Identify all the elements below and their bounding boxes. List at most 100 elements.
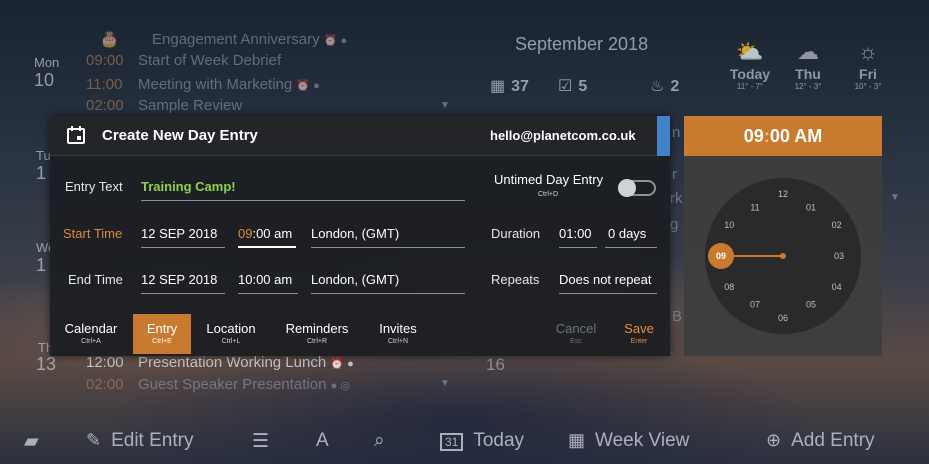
search-calendar-icon[interactable]: ⌕ (374, 430, 385, 452)
clock-number[interactable]: 03 (834, 251, 844, 261)
start-timezone-underline (311, 247, 465, 248)
clock-number[interactable]: 11 (750, 203, 759, 213)
tab-location[interactable]: Location Ctrl+L (198, 314, 264, 354)
clock-number[interactable]: 05 (806, 299, 816, 309)
today-label: Today (473, 430, 525, 451)
week-view-label: Week View (595, 430, 690, 451)
clock-number[interactable]: 10 (724, 220, 734, 230)
cancel-label: Cancel (555, 321, 597, 336)
cancel-button[interactable]: Cancel Esc (546, 314, 606, 354)
clock-number[interactable]: 04 (832, 282, 842, 292)
event-time: 11:00 (86, 76, 123, 93)
tab-invites[interactable]: Invites Ctrl+N (368, 314, 428, 354)
tab-shortcut: Ctrl+L (221, 338, 241, 345)
peek-text: rk (670, 190, 683, 207)
add-entry-button[interactable]: ⊕ Add Entry (766, 430, 875, 452)
cake-icon: 🎂 (100, 31, 119, 48)
weather-day: Thu (795, 66, 821, 82)
start-time-field[interactable]: 09:00 am (238, 226, 292, 241)
tab-label: Reminders (285, 321, 349, 336)
clock-number[interactable]: 09 (716, 251, 726, 261)
duration-label: Duration (491, 226, 541, 241)
duration-days-field[interactable]: 0 days (608, 226, 646, 241)
start-date-field[interactable]: 12 SEP 2018 (141, 226, 217, 241)
scroll-down-icon[interactable]: ▼ (890, 192, 900, 203)
stat-tasks[interactable]: ☑ 5 (558, 76, 587, 96)
event-item[interactable]: 🎂 Engagement Anniversary ⏰ ● (100, 30, 347, 48)
account-email[interactable]: hello@planetcom.co.uk (490, 128, 636, 143)
event-item[interactable]: 11:00 Meeting with Marketing ⏰ ● (86, 76, 320, 93)
duration-time-field[interactable]: 01:00 (559, 226, 592, 241)
tab-shortcut: Ctrl+N (387, 338, 409, 345)
clock-number[interactable]: 02 (832, 220, 842, 230)
entry-text-label: Entry Text (65, 179, 123, 194)
repeats-field[interactable]: Does not repeat (559, 272, 652, 287)
rain-cloud-icon: ☁ (797, 39, 819, 64)
week-view-button[interactable]: ▦ Week View (568, 430, 689, 452)
start-time-underline (238, 246, 296, 248)
event-item[interactable]: 09:00 Start of Week Debrief (86, 52, 281, 69)
entry-text-input[interactable]: Training Camp! (141, 179, 236, 194)
day-number: 13 (36, 354, 57, 374)
day-label-mon: Mon 10 (34, 55, 59, 91)
edit-entry-button[interactable]: ✎ Edit Entry (86, 430, 193, 452)
today-button[interactable]: 31 Today (440, 430, 524, 452)
picker-ampm[interactable]: AM (794, 126, 822, 146)
repeats-label: Repeats (491, 272, 540, 287)
picker-hour[interactable]: 09 (744, 126, 764, 146)
peek-text: r (672, 166, 677, 183)
event-title: Guest Speaker Presentation (138, 376, 327, 393)
event-item[interactable]: 02:00 Sample Review (86, 97, 242, 114)
clock-number[interactable]: 08 (724, 282, 734, 292)
entry-text-underline (141, 200, 465, 201)
end-timezone-field[interactable]: London, (GMT) (311, 272, 399, 287)
scroll-down-icon[interactable]: ▼ (440, 100, 450, 111)
notebook-icon[interactable]: ▰ (24, 430, 39, 453)
tab-entry[interactable]: Entry Ctrl+E (133, 314, 191, 354)
peek-text: g (670, 216, 679, 233)
checkbox-icon: ☑ (558, 78, 573, 95)
clock-number[interactable]: 12 (778, 189, 788, 199)
clock-number[interactable]: 07 (750, 299, 760, 309)
tab-shortcut: Ctrl+A (81, 338, 101, 345)
end-time-field[interactable]: 10:00 am (238, 272, 292, 287)
alarm-icon: ⏰ ● (296, 80, 320, 92)
untimed-shortcut: Ctrl+D (538, 191, 559, 198)
clock-number[interactable]: 01 (806, 203, 816, 213)
stat-birthdays[interactable]: ♨ 2 (650, 76, 679, 96)
start-time-label: Start Time (63, 226, 123, 241)
plus-circle-icon: ⊕ (766, 430, 782, 450)
clock-number[interactable]: 06 (778, 313, 788, 323)
day-number: 10 (34, 70, 55, 90)
tab-label: Location (206, 321, 256, 336)
tab-label: Entry (146, 321, 178, 336)
calendar-day-icon: 31 (440, 433, 464, 451)
weather-thu[interactable]: ☁ Thu 12° - 3° (778, 38, 838, 91)
event-time: 02:00 (86, 97, 124, 114)
clock-center (780, 253, 786, 259)
sun-icon: ☼ (857, 39, 879, 64)
save-button[interactable]: Save Enter (612, 314, 666, 354)
tab-reminders[interactable]: Reminders Ctrl+R (278, 314, 356, 354)
clock-face[interactable]: 12 01 02 03 04 05 06 07 08 09 10 11 (684, 156, 882, 356)
weather-today[interactable]: ⛅ Today 11° - 7° (720, 38, 780, 91)
untimed-toggle[interactable] (618, 179, 656, 197)
start-timezone-field[interactable]: London, (GMT) (311, 226, 399, 241)
event-item[interactable]: 12:00 Presentation Working Lunch ⏰ ● (86, 354, 354, 371)
weather-fri[interactable]: ☼ Fri 10° - 3° (838, 38, 898, 91)
event-item[interactable]: 02:00 Guest Speaker Presentation ● ◎ (86, 376, 350, 393)
tab-calendar[interactable]: Calendar Ctrl+A (56, 314, 126, 354)
picker-minute[interactable]: 00 (770, 126, 790, 146)
font-size-icon[interactable]: A (316, 430, 329, 452)
weather-temp: 11° - 7° (736, 82, 764, 91)
stat-entries[interactable]: ▦ 37 (490, 76, 529, 96)
calendar-icon: ▦ (490, 78, 506, 95)
weather-day: Fri (859, 66, 877, 82)
list-icon[interactable]: ☰ (252, 430, 269, 453)
end-date-field[interactable]: 12 SEP 2018 (141, 272, 217, 287)
scroll-down-icon[interactable]: ▼ (440, 378, 450, 389)
calendar-icon: ▦ (568, 430, 586, 450)
start-date-underline (141, 247, 225, 248)
repeats-underline (559, 293, 657, 294)
scrollbar-thumb[interactable] (657, 116, 670, 156)
